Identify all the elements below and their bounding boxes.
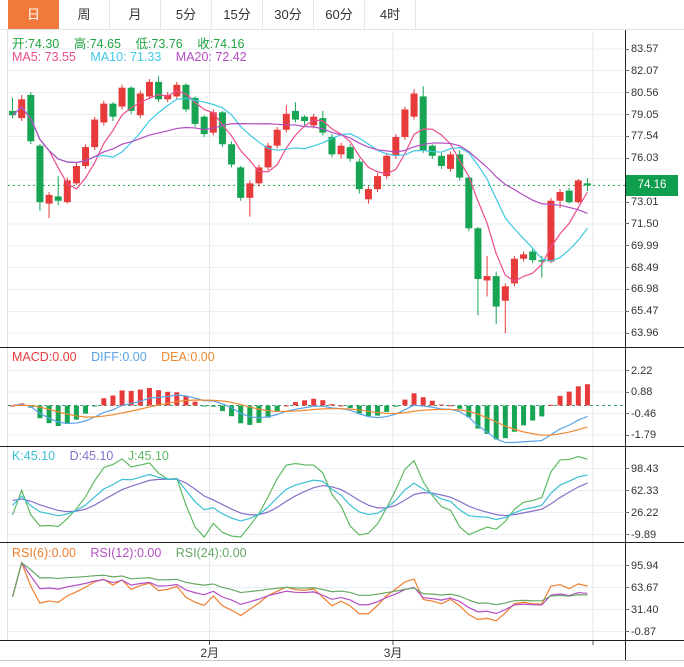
last-price-badge: 74.16: [626, 175, 678, 196]
open-value: 开:74.30: [12, 37, 59, 51]
y-axis-tick-label: -0.46: [625, 408, 656, 420]
y-axis-tick-label: 31.40: [625, 604, 659, 616]
y-axis-tick-label: 95.94: [625, 560, 659, 572]
y-axis-tick-label: 66.98: [625, 283, 659, 295]
separator-kdj-top: [0, 446, 684, 447]
ma5-value: MA5: 73.55: [12, 50, 76, 64]
y-axis-tick-label: 63.67: [625, 582, 659, 594]
y-axis-tick-label: 68.49: [625, 262, 659, 274]
low-value: 低:73.76: [136, 37, 183, 51]
y-axis-tick-label: 82.07: [625, 65, 659, 77]
x-axis-month-label: 3月: [384, 644, 403, 661]
y-axis-tick-label: -9.89: [625, 529, 656, 541]
y-axis-tick-label: 76.03: [625, 152, 659, 164]
y-axis-tick-label: 80.56: [625, 87, 659, 99]
dea-value: DEA:0.00: [161, 350, 215, 364]
y-axis-tick-label: 2.22: [625, 365, 652, 377]
ma10-value: MA10: 71.33: [90, 50, 161, 64]
stock-chart-app: 日 周 月 5分 15分 30分 60分 4时 开:74.30 高:74.65 …: [0, 0, 684, 667]
y-axis-tick-label: 71.50: [625, 218, 659, 230]
y-axis-tick-label: 73.01: [625, 196, 659, 208]
separator-rsi-top: [0, 542, 684, 543]
y-axis-tick-label: -0.87: [625, 626, 656, 638]
ma20-value: MA20: 72.42: [176, 50, 247, 64]
rsi12-value: RSI(12):0.00: [90, 546, 161, 560]
macd-value: MACD:0.00: [12, 350, 77, 364]
separator-xaxis-top: [0, 640, 684, 641]
d-value: D:45.10: [70, 449, 114, 463]
j-value: J:45.10: [128, 449, 169, 463]
y-axis-tick-label: 0.88: [625, 386, 652, 398]
y-axis-tick-label: 63.96: [625, 327, 659, 339]
x-axis-month-label: 2月: [200, 644, 219, 661]
separator-macd-top: [0, 347, 684, 348]
rsi24-value: RSI(24):0.00: [176, 546, 247, 560]
high-value: 高:74.65: [74, 37, 121, 51]
y-axis-tick-label: -1.79: [625, 429, 656, 441]
y-axis-tick-label: 79.05: [625, 109, 659, 121]
y-axis-tick-label: 77.54: [625, 130, 659, 142]
y-axis-tick-label: 26.22: [625, 507, 659, 519]
rsi6-value: RSI(6):0.00: [12, 546, 76, 560]
y-axis-tick-label: 98.43: [625, 463, 659, 475]
macd-readout: MACD:0.00 DIFF:0.00 DEA:0.00: [12, 350, 226, 364]
y-axis-tick-label: 83.57: [625, 43, 659, 55]
ma-readout: MA5: 73.55 MA10: 71.33 MA20: 72.42: [12, 50, 258, 64]
close-value: 收:74.16: [197, 37, 244, 51]
rsi-readout: RSI(6):0.00 RSI(12):0.00 RSI(24):0.00: [12, 546, 258, 560]
macd-layer: [8, 384, 625, 439]
y-axis-tick-label: 65.47: [625, 305, 659, 317]
chart-canvas[interactable]: [0, 0, 684, 667]
y-axis-tick-label: 62.33: [625, 485, 659, 497]
kdj-readout: K:45.10 D:45.10 J:45.10: [12, 449, 180, 463]
y-axis-tick-label: 69.99: [625, 240, 659, 252]
k-value: K:45.10: [12, 449, 55, 463]
chart-bottom-border: [0, 660, 684, 661]
diff-value: DIFF:0.00: [91, 350, 147, 364]
